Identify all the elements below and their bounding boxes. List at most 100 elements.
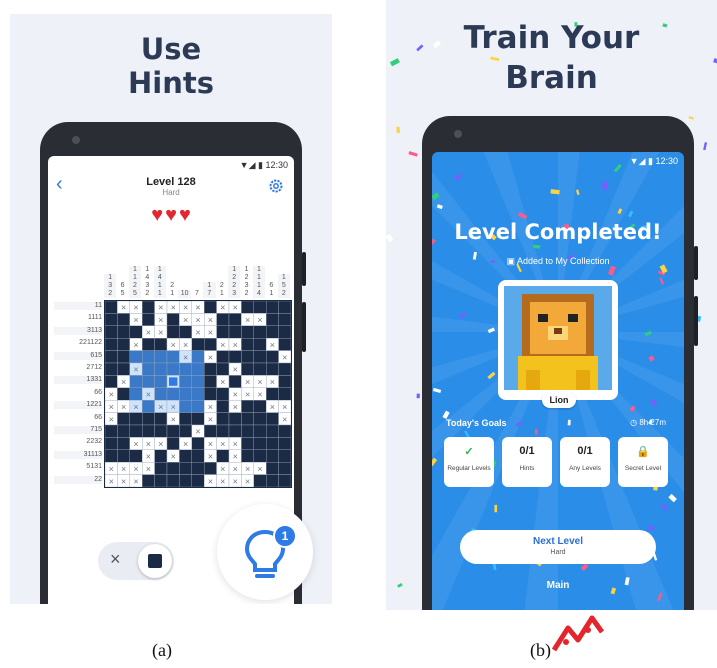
grid-cell[interactable] (228, 325, 242, 339)
grid-cell[interactable] (105, 313, 118, 326)
grid-cell[interactable] (179, 449, 193, 463)
grid-cell[interactable] (166, 350, 180, 364)
grid-cell[interactable] (117, 313, 130, 326)
grid-cell[interactable] (253, 437, 267, 450)
grid-cell[interactable] (265, 437, 279, 450)
grid-cell[interactable] (216, 313, 230, 326)
grid-cell[interactable] (105, 449, 118, 463)
grid-cell[interactable] (253, 412, 267, 426)
grid-cell[interactable] (253, 449, 267, 463)
grid-cell[interactable] (278, 301, 291, 314)
grid-cell[interactable] (117, 338, 130, 351)
grid-cell[interactable] (228, 424, 242, 438)
grid-cell[interactable] (117, 362, 130, 376)
grid-cell[interactable] (179, 461, 193, 475)
grid-cell[interactable] (228, 412, 242, 426)
grid-cell[interactable] (216, 350, 230, 364)
grid-cell[interactable] (265, 461, 279, 475)
grid-cell[interactable] (142, 399, 155, 413)
grid-cell[interactable] (191, 412, 205, 426)
grid-cell[interactable] (203, 424, 217, 438)
grid-cell[interactable] (278, 338, 291, 351)
grid-cell[interactable] (228, 375, 242, 389)
grid-cell[interactable] (105, 350, 118, 364)
grid-cell[interactable] (142, 474, 155, 487)
grid-cell[interactable] (166, 313, 180, 326)
grid-cell[interactable] (117, 325, 130, 339)
grid-cell[interactable] (265, 387, 279, 401)
grid-cell[interactable] (191, 350, 205, 364)
next-level-button[interactable]: Next Level Hard (460, 530, 656, 564)
main-link[interactable]: Main (432, 580, 684, 591)
grid-cell[interactable] (166, 474, 180, 487)
grid-cell[interactable] (142, 350, 155, 364)
grid-cell[interactable] (142, 362, 155, 376)
grid-cell[interactable] (142, 338, 155, 351)
grid-cell[interactable] (142, 424, 155, 438)
grid-cell[interactable] (129, 387, 143, 401)
grid-cell[interactable] (241, 437, 254, 450)
hint-button[interactable]: 1 (217, 504, 313, 600)
grid-cell[interactable] (265, 362, 279, 376)
grid-cell[interactable] (265, 424, 279, 438)
grid-cell[interactable] (166, 325, 180, 339)
grid-cell[interactable] (179, 424, 193, 438)
grid-cell[interactable] (253, 399, 267, 413)
grid-cell[interactable] (216, 387, 230, 401)
grid-cell[interactable] (191, 461, 205, 475)
grid-cell[interactable] (191, 338, 205, 351)
grid-cell[interactable] (203, 301, 217, 314)
grid-cell[interactable] (203, 362, 217, 376)
grid-cell[interactable] (253, 338, 267, 351)
grid-cell[interactable] (241, 424, 254, 438)
grid-cell[interactable] (105, 301, 118, 314)
grid-cell[interactable] (253, 362, 267, 376)
gear-icon[interactable] (268, 178, 284, 194)
grid-cell[interactable] (154, 387, 168, 401)
grid-cell[interactable] (179, 399, 193, 413)
grid-cell[interactable] (154, 350, 168, 364)
grid-cell[interactable] (191, 399, 205, 413)
grid-cell[interactable] (203, 375, 217, 389)
grid-cell[interactable] (278, 313, 291, 326)
grid-cell[interactable] (278, 362, 291, 376)
grid-cell[interactable] (129, 325, 143, 339)
puzzle-grid[interactable]: × × × × × × × × × × × × × × × × × × × × × × × × × × × × × × × × × × × × × × × ×… (104, 300, 292, 488)
grid-cell[interactable] (142, 375, 155, 389)
grid-cell[interactable] (166, 461, 180, 475)
grid-cell[interactable] (179, 474, 193, 487)
grid-cell[interactable] (179, 362, 193, 376)
grid-cell[interactable] (129, 412, 143, 426)
grid-cell[interactable] (154, 375, 168, 389)
grid-cell[interactable] (265, 350, 279, 364)
grid-cell[interactable] (203, 387, 217, 401)
grid-cell[interactable] (216, 362, 230, 376)
grid-cell[interactable] (105, 424, 118, 438)
grid-cell[interactable] (154, 412, 168, 426)
grid-cell[interactable] (105, 338, 118, 351)
grid-cell[interactable] (203, 338, 217, 351)
grid-cell[interactable] (241, 399, 254, 413)
grid-cell[interactable] (154, 338, 168, 351)
grid-cell[interactable] (241, 412, 254, 426)
grid-cell[interactable] (228, 350, 242, 364)
grid-cell[interactable] (179, 325, 193, 339)
grid-cell[interactable] (154, 449, 168, 463)
cross-icon[interactable]: × (110, 549, 121, 570)
grid-cell[interactable] (253, 424, 267, 438)
grid-cell[interactable] (166, 362, 180, 376)
grid-cell[interactable] (253, 301, 267, 314)
grid-cell[interactable] (241, 449, 254, 463)
grid-cell[interactable] (142, 313, 155, 326)
grid-cell[interactable] (241, 301, 254, 314)
grid-cell[interactable] (179, 412, 193, 426)
grid-cell[interactable] (241, 338, 254, 351)
grid-cell[interactable] (241, 350, 254, 364)
grid-cell[interactable] (278, 437, 291, 450)
grid-cell[interactable] (216, 424, 230, 438)
grid-cell[interactable] (117, 387, 130, 401)
grid-cell[interactable] (191, 449, 205, 463)
grid-cell[interactable] (129, 375, 143, 389)
grid-cell[interactable] (278, 375, 291, 389)
grid-cell[interactable] (253, 350, 267, 364)
